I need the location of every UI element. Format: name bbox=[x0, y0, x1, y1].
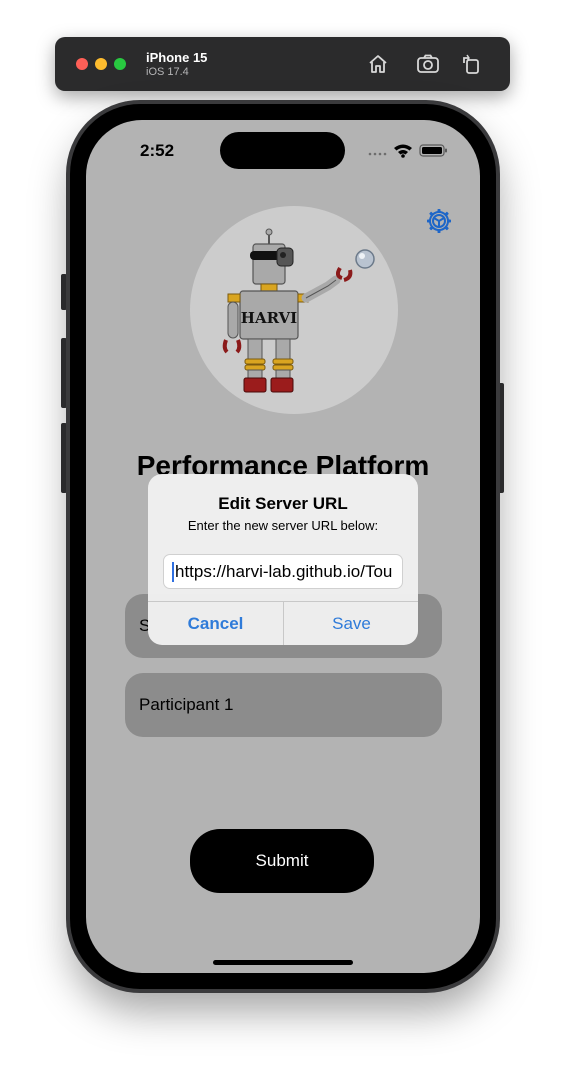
simulator-device-name: iPhone 15 bbox=[146, 50, 208, 65]
harvi-robot-logo: HARVI bbox=[190, 206, 398, 414]
simulator-os-version: iOS 17.4 bbox=[146, 66, 189, 78]
cellular-icon bbox=[368, 152, 387, 156]
dynamic-island bbox=[220, 132, 345, 169]
cancel-button[interactable]: Cancel bbox=[148, 602, 283, 645]
home-indicator[interactable] bbox=[213, 960, 353, 965]
wifi-icon bbox=[394, 144, 412, 158]
participant-field-text: Participant 1 bbox=[139, 695, 234, 714]
edit-server-url-alert: Edit Server URL Enter the new server URL… bbox=[148, 474, 418, 645]
status-time: 2:52 bbox=[140, 141, 175, 160]
server-url-value: https://harvi-lab.github.io/Tou bbox=[175, 561, 393, 581]
submit-button[interactable]: Submit bbox=[190, 829, 374, 893]
server-url-input[interactable]: https://harvi-lab.github.io/Tou bbox=[163, 554, 403, 589]
gear-icon[interactable] bbox=[425, 207, 453, 235]
save-button[interactable]: Save bbox=[284, 602, 418, 645]
alert-message: Enter the new server URL below: bbox=[187, 518, 379, 533]
simulator-title-bar: iPhone 15 iOS 17.4 bbox=[55, 37, 510, 91]
phone-screen: 2:52 HARVI Performance Platform S Partic… bbox=[86, 120, 480, 973]
alert-title: Edit Server URL bbox=[218, 494, 348, 513]
zoom-window-button[interactable] bbox=[114, 58, 126, 70]
rotate-icon[interactable] bbox=[458, 51, 484, 77]
home-icon[interactable] bbox=[365, 51, 391, 77]
minimize-window-button[interactable] bbox=[95, 58, 107, 70]
status-icons bbox=[368, 142, 448, 158]
text-cursor bbox=[172, 561, 174, 582]
close-window-button[interactable] bbox=[76, 58, 88, 70]
participant-field[interactable]: Participant 1 bbox=[125, 673, 442, 737]
battery-icon bbox=[419, 144, 447, 157]
logo-badge-text: HARVI bbox=[241, 309, 297, 327]
screenshot-icon[interactable] bbox=[415, 51, 441, 77]
